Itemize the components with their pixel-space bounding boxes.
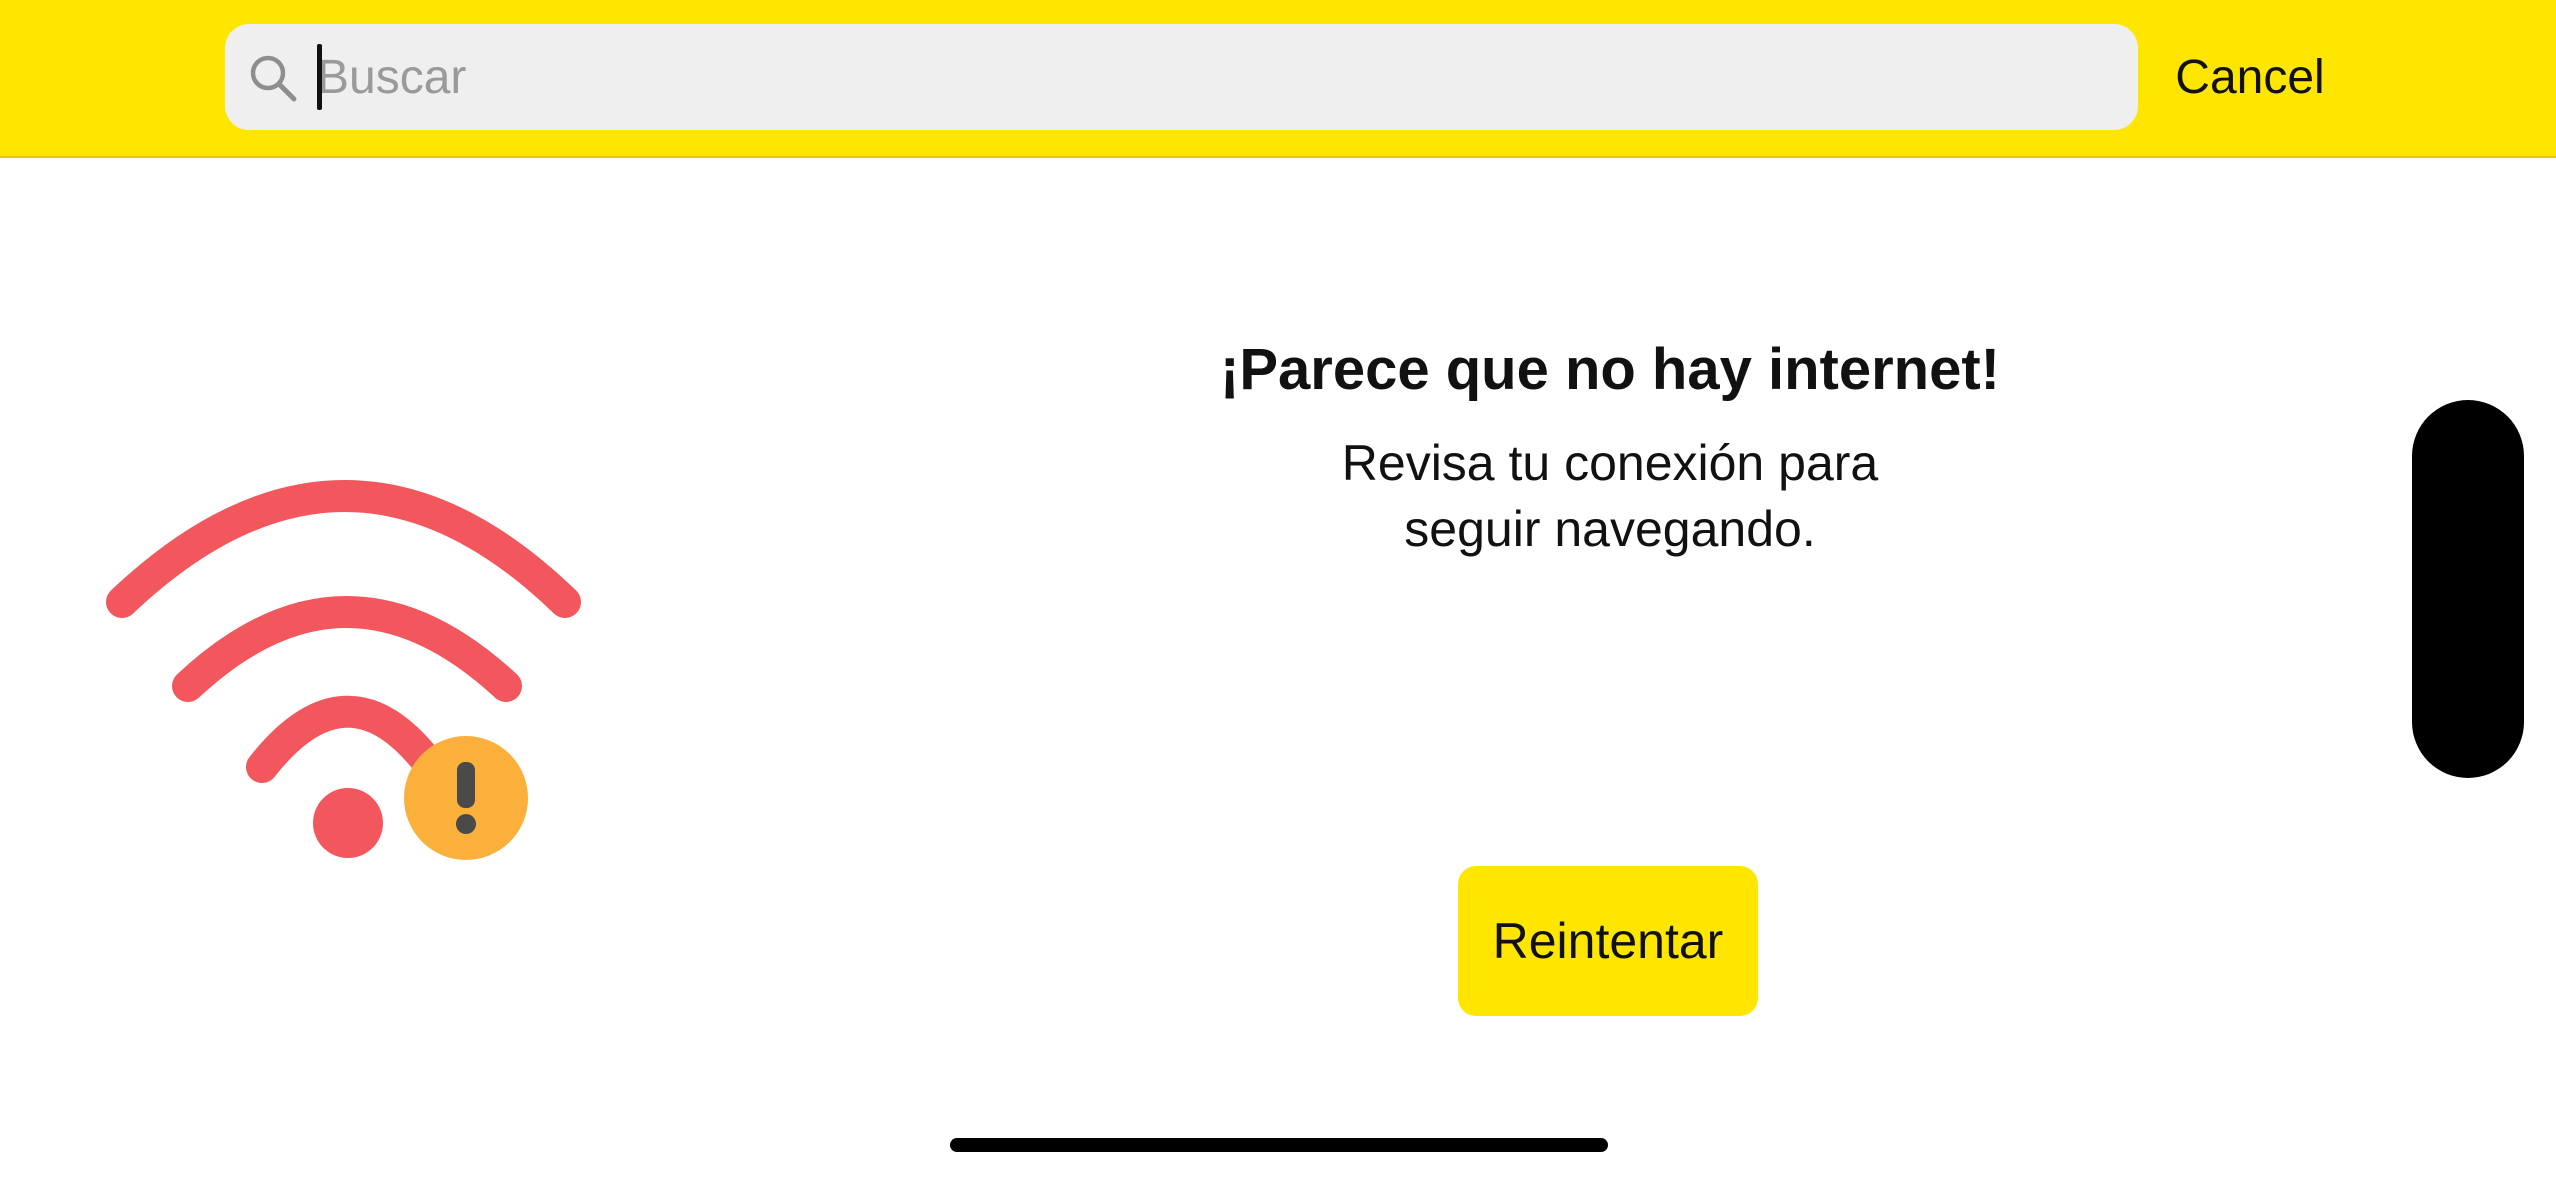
retry-button[interactable]: Reintentar bbox=[1458, 866, 1758, 1016]
wifi-inner-arc bbox=[246, 695, 442, 783]
side-scroll-handle[interactable] bbox=[2412, 400, 2524, 778]
wifi-dot bbox=[313, 788, 383, 858]
search-input[interactable] bbox=[317, 34, 2097, 120]
search-field[interactable] bbox=[225, 24, 2138, 130]
no-internet-screen: Cancel ¡Parece que no hay internet! Revi… bbox=[0, 0, 2556, 1179]
home-indicator[interactable] bbox=[950, 1138, 1608, 1152]
wifi-middle-arc bbox=[172, 596, 522, 702]
page-title: ¡Parece que no hay internet! bbox=[1220, 337, 2000, 402]
error-description: Revisa tu conexión para seguir navegando… bbox=[1341, 435, 1879, 557]
wifi-outer-arc bbox=[106, 480, 581, 618]
exclamation-mark-icon bbox=[457, 762, 475, 808]
wifi-warning-icon bbox=[106, 480, 581, 860]
search-header: Cancel bbox=[0, 0, 2556, 158]
text-cursor bbox=[317, 44, 322, 110]
error-message: ¡Parece que no hay internet! Revisa tu c… bbox=[1100, 330, 2120, 562]
search-icon bbox=[250, 55, 297, 102]
cancel-button[interactable]: Cancel bbox=[2160, 38, 2340, 118]
